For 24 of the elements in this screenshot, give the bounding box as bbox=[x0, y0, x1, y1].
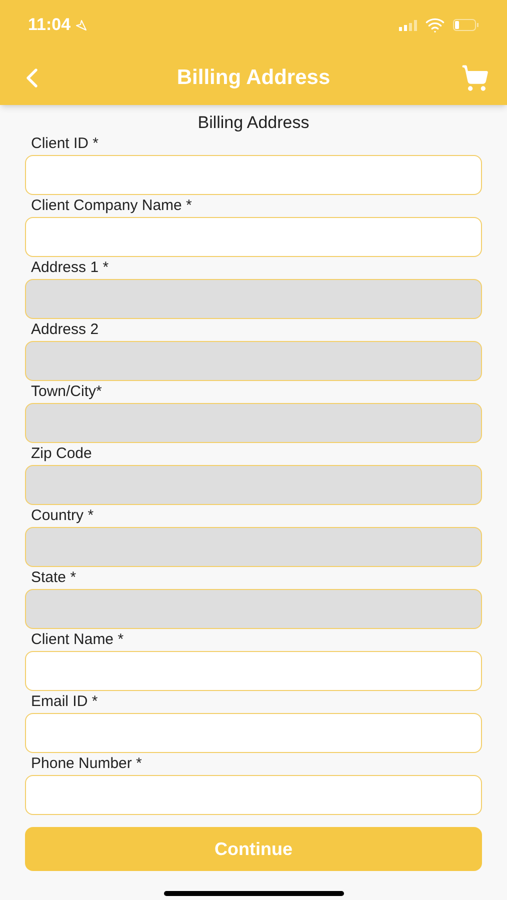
field-label: Phone Number * bbox=[30, 755, 143, 773]
field-label: Address 1 * bbox=[30, 259, 110, 277]
text-field[interactable] bbox=[25, 651, 482, 691]
cart-icon bbox=[461, 64, 489, 92]
field-label: Client ID * bbox=[30, 135, 100, 153]
field-label: State * bbox=[30, 569, 78, 587]
battery-icon bbox=[453, 19, 479, 31]
header-title: Billing Address bbox=[176, 64, 330, 91]
text-field[interactable] bbox=[25, 713, 482, 753]
text-field[interactable] bbox=[25, 775, 482, 815]
field-label: Address 2 bbox=[30, 321, 100, 339]
status-time: 11:04 bbox=[28, 14, 71, 36]
field-label: Email ID * bbox=[30, 693, 99, 711]
location-icon bbox=[74, 19, 87, 31]
signal-icon bbox=[399, 20, 417, 30]
continue-button[interactable]: Continue bbox=[25, 827, 482, 871]
field-label: Zip Code bbox=[30, 445, 93, 463]
form-heading: Billing Address bbox=[196, 113, 310, 133]
text-field[interactable] bbox=[25, 217, 482, 257]
field-label: Client Name * bbox=[30, 631, 125, 649]
field-label: Client Company Name * bbox=[30, 197, 193, 215]
field-label: Country * bbox=[30, 507, 95, 525]
field-label: Town/City* bbox=[30, 383, 103, 401]
text-field[interactable] bbox=[25, 155, 482, 195]
